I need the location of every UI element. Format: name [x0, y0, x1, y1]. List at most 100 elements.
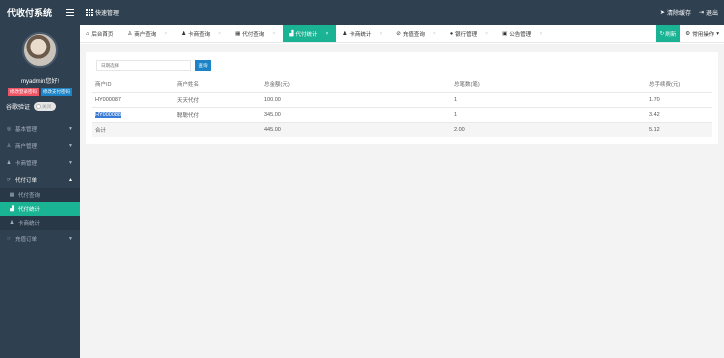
chevron-down-icon: ▾: [716, 30, 719, 37]
sidebar-subitem-card-stats[interactable]: ♟ 卡商统计: [0, 216, 80, 230]
google-auth-row: 谷歌验证 关闭: [6, 102, 57, 111]
tab-notice-manage[interactable]: ▣ 公告管理 ×: [496, 25, 550, 42]
logout-icon: ⇥: [698, 10, 704, 16]
quick-manage-label: 快速管理: [95, 11, 120, 17]
table-total-row: 合计 445.00 2.00 5.12: [92, 121, 712, 137]
total-label-cell: 合计: [92, 121, 174, 137]
check-icon: ⊘: [396, 30, 401, 37]
merchant-name-cell: 聪聪代付: [174, 106, 261, 122]
close-icon[interactable]: ×: [539, 31, 542, 37]
bar-chart-icon: ▟: [289, 30, 294, 37]
count-cell: 1: [451, 91, 646, 107]
fee-cell: 1.70: [646, 91, 712, 107]
group-icon: ♟: [9, 220, 15, 226]
main-content: 查询 商户ID 商户姓名 总金额(元) 总笔数(笔) 总手续费(元) HY000…: [80, 44, 724, 358]
merchant-id-cell: HY000087: [92, 91, 174, 107]
close-icon[interactable]: ×: [325, 31, 328, 37]
tab-card-stats[interactable]: ♟ 卡商统计 ×: [336, 25, 390, 42]
avatar: [22, 32, 58, 68]
close-icon[interactable]: ×: [272, 31, 275, 37]
tab-payout-stats[interactable]: ▟ 代付统计 ×: [283, 25, 337, 42]
close-icon[interactable]: ×: [485, 31, 488, 37]
profile: myadmin您好! 修改登录密码 修改支付密码 谷歌验证 关闭: [0, 25, 80, 120]
paper-plane-icon: ➤: [659, 10, 665, 16]
merchant-name-cell: 天天代付: [174, 91, 261, 107]
col-merchant-id: 商户ID: [95, 82, 112, 89]
refresh-icon: ↻: [659, 30, 665, 37]
sidebar-subitem-payout-stats[interactable]: ▟ 代付统计: [0, 202, 80, 216]
table-row: HY000087 天天代付 100.00 1 1.70: [92, 91, 712, 107]
sidebar-item-card-merchant[interactable]: ♟ 卡商管理 ▼: [0, 154, 80, 171]
close-icon[interactable]: ×: [164, 31, 167, 37]
sidebar-item-basic[interactable]: ◎ 基本管理 ▼: [0, 120, 80, 137]
merchant-id-cell: HY000088: [92, 106, 174, 122]
change-pay-password-button[interactable]: 修改支付密码: [41, 88, 72, 96]
close-icon[interactable]: ×: [379, 31, 382, 37]
common-ops-dropdown[interactable]: ⚙ 常用操作 ▾: [680, 25, 724, 42]
chevron-down-icon: ▼: [68, 125, 73, 132]
chevron-down-icon: ▼: [68, 235, 73, 242]
close-icon[interactable]: ×: [218, 31, 221, 37]
google-auth-toggle[interactable]: 关闭: [34, 102, 57, 111]
tab-merchant-query[interactable]: ♙ 商户查询 ×: [121, 25, 175, 42]
circle-icon: ◎: [6, 125, 12, 132]
user-icon: ♙: [127, 30, 133, 37]
quick-manage-link[interactable]: 快速管理: [86, 8, 119, 17]
col-total-amount: 总金额(元): [264, 82, 290, 89]
toggle-knob: [36, 104, 42, 109]
tab-home[interactable]: ⌂ 后台首页: [80, 25, 121, 42]
sidebar-item-payout-orders[interactable]: ☞ 代付订单 ▲: [0, 171, 80, 188]
total-count-cell: 2.00: [451, 121, 646, 137]
table-row: HY000088 聪聪代付 345.00 1 3.42: [92, 106, 712, 122]
total-fee-cell: 5.12: [646, 121, 712, 137]
tab-payout-query[interactable]: ▦ 代付查询 ×: [229, 25, 283, 42]
menu-toggle-icon[interactable]: [66, 9, 74, 16]
total-empty-cell: [174, 121, 261, 137]
users-icon: ♟: [181, 30, 187, 37]
chevron-down-icon: ▼: [68, 159, 73, 166]
sidebar-subitem-payout-query[interactable]: ▦ 代付查询: [0, 188, 80, 202]
tab-recharge-query[interactable]: ⊘ 充值查询 ×: [390, 25, 444, 42]
tab-bar: ⌂ 后台首页 ♙ 商户查询 × ♟ 卡商查询 × ▦ 代付查询 × ▟ 代付统计…: [80, 25, 724, 43]
count-cell: 1: [451, 106, 646, 122]
sidebar-item-merchant[interactable]: ♙ 商户管理 ▼: [0, 137, 80, 154]
search-bar: 查询: [96, 60, 211, 71]
sidebar-item-recharge-orders[interactable]: ☞ 充值订单 ▼: [0, 230, 80, 247]
col-total-fee: 总手续费(元): [649, 82, 681, 89]
clear-cache-button[interactable]: ➤ 清除缓存: [660, 8, 691, 17]
refresh-button[interactable]: ↻ 刷新: [655, 25, 681, 42]
order-icon: ☞: [6, 235, 12, 242]
col-total-count: 总笔数(笔): [454, 82, 480, 89]
tab-bank-manage[interactable]: ● 银行管理 ×: [444, 25, 496, 42]
col-merchant-name: 商户姓名: [177, 82, 200, 89]
users-icon: ♟: [6, 159, 12, 166]
amount-cell: 345.00: [261, 106, 451, 122]
top-navbar: 代收付系统 快速管理 ➤ 清除缓存 ⇥ 退出: [0, 0, 724, 25]
calendar-icon: ▣: [502, 30, 508, 37]
bar-chart-icon: ▟: [10, 206, 14, 212]
date-picker-input[interactable]: [96, 60, 191, 71]
google-auth-label: 谷歌验证: [6, 105, 31, 111]
selected-text: HY000088: [95, 111, 121, 118]
brand: 代收付系统: [0, 0, 80, 25]
close-icon[interactable]: ×: [433, 31, 436, 37]
table-header-row: 商户ID 商户姓名 总金额(元) 总笔数(笔) 总手续费(元): [92, 77, 712, 92]
total-amount-cell: 445.00: [261, 121, 451, 137]
stats-table: 商户ID 商户姓名 总金额(元) 总笔数(笔) 总手续费(元) HY000087…: [92, 77, 712, 137]
payout-submenu: ▦ 代付查询 ▟ 代付统计 ♟ 卡商统计: [0, 188, 80, 230]
home-icon: ⌂: [86, 30, 90, 37]
query-button[interactable]: 查询: [195, 60, 211, 71]
grid-icon: [86, 9, 93, 16]
fee-cell: 3.42: [646, 106, 712, 122]
chevron-down-icon: ▼: [68, 142, 73, 149]
username: myadmin您好!: [20, 79, 59, 85]
stats-panel: 查询 商户ID 商户姓名 总金额(元) 总笔数(笔) 总手续费(元) HY000…: [86, 52, 718, 144]
tab-card-query[interactable]: ♟ 卡商查询 ×: [175, 25, 229, 42]
change-login-password-button[interactable]: 修改登录密码: [8, 88, 39, 96]
wrench-icon: ⚙: [685, 30, 691, 37]
group-icon: ♟: [342, 30, 348, 37]
sidebar: myadmin您好! 修改登录密码 修改支付密码 谷歌验证 关闭 ◎ 基本管理 …: [0, 25, 80, 358]
user-icon: ♙: [6, 142, 12, 149]
table-icon: ▦: [235, 30, 241, 37]
logout-button[interactable]: ⇥ 退出: [699, 8, 718, 17]
